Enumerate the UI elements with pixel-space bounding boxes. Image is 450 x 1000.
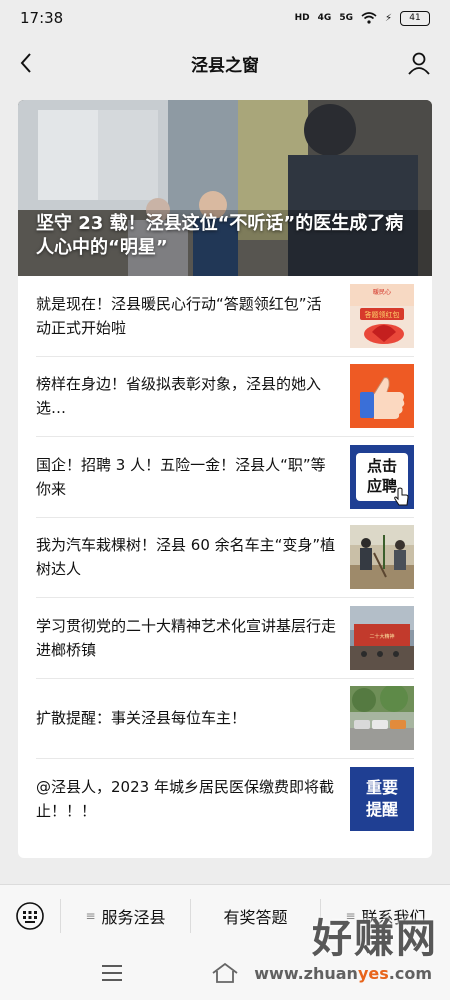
article-item[interactable]: 扩散提醒：事关泾县每位车主！	[36, 679, 414, 759]
article-title: 国企！招聘 3 人！五险一金！泾县人“职”等你来	[36, 455, 326, 498]
article-item[interactable]: 我为汽车栽棵树！泾县 60 余名车主“变身”植树达人	[36, 518, 414, 598]
article-title: 扩散提醒：事关泾县每位车主！	[36, 709, 247, 728]
reminder-badge-line2: 提醒	[365, 800, 398, 820]
svg-text:暖民心: 暖民心	[373, 288, 391, 296]
page-title: 泾县之窗	[191, 55, 259, 76]
hero-title: 坚守 23 载！泾县这位“不听话”的医生成了病人心中的“明星”	[36, 213, 404, 258]
profile-icon[interactable]	[406, 50, 432, 76]
bottom-menu-bar: ≡ 服务泾县 有奖答题 ≡ 联系我们	[0, 884, 450, 947]
nav-bar: 泾县之窗	[0, 36, 450, 90]
system-nav-bar	[0, 946, 450, 1000]
important-reminder-thumbnail: 重要 提醒	[350, 767, 414, 832]
stage-performance-thumbnail: 二十大精神	[350, 605, 414, 670]
article-item[interactable]: @泾县人，2023 年城乡居民医保缴费即将截止！！！ 重要 提醒	[36, 759, 414, 840]
keyboard-icon	[16, 902, 44, 930]
hd-indicator: HD	[294, 13, 310, 23]
apply-badge-line1: 点击	[366, 456, 397, 475]
article-list: 就是现在！泾县暖民心行动“答题领红包”活动正式开始啦 暖民心 答题领红包 榜样在…	[18, 276, 432, 840]
submenu-icon: ≡	[85, 909, 96, 923]
menu-label: 服务泾县	[101, 908, 166, 927]
article-item[interactable]: 学习贯彻党的二十大精神艺术化宣讲基层行走进榔桥镇 二十大精神	[36, 598, 414, 679]
red-envelope-thumbnail: 暖民心 答题领红包	[350, 283, 414, 348]
menu-quiz[interactable]: 有奖答题	[190, 899, 320, 933]
wifi-icon	[361, 12, 377, 24]
submenu-icon: ≡	[345, 909, 356, 923]
article-title: 就是现在！泾县暖民心行动“答题领红包”活动正式开始啦	[36, 294, 322, 337]
menu-service[interactable]: ≡ 服务泾县	[60, 899, 190, 933]
home-icon[interactable]	[210, 961, 240, 985]
article-title: 榜样在身边！省级拟表彰对象，泾县的她入选…	[36, 375, 322, 418]
article-item[interactable]: 榜样在身边！省级拟表彰对象，泾县的她入选…	[36, 357, 414, 437]
keyboard-toggle-button[interactable]	[0, 901, 60, 931]
article-title: @泾县人，2023 年城乡居民医保缴费即将截止！！！	[36, 778, 334, 821]
tree-planting-thumbnail	[350, 525, 414, 590]
status-bar: 17:38 HD 4G 5G ⚡ 41	[0, 0, 450, 36]
status-time: 17:38	[20, 9, 64, 27]
article-item[interactable]: 国企！招聘 3 人！五险一金！泾县人“职”等你来 点击 应聘	[36, 437, 414, 518]
thumbs-up-icon	[350, 364, 414, 429]
click-apply-thumbnail: 点击 应聘	[350, 444, 414, 509]
svg-text:二十大精神: 二十大精神	[369, 633, 394, 640]
charging-icon: ⚡	[384, 12, 392, 24]
article-card: 坚守 23 载！泾县这位“不听话”的医生成了病人心中的“明星” 就是现在！泾县暖…	[18, 100, 432, 858]
status-icons: HD 4G 5G ⚡ 41	[294, 10, 430, 26]
signal-4g-icon: 4G	[317, 13, 332, 23]
battery-icon: 41	[400, 10, 430, 26]
reminder-badge-line1: 重要	[365, 778, 398, 798]
parking-lot-thumbnail	[350, 686, 414, 751]
menu-contact[interactable]: ≡ 联系我们	[320, 899, 450, 933]
svg-text:答题领红包: 答题领红包	[365, 310, 400, 319]
signal-5g-icon: 5G	[339, 13, 353, 23]
cursor-hand-icon	[394, 487, 409, 506]
article-title: 我为汽车栽棵树！泾县 60 余名车主“变身”植树达人	[36, 536, 336, 579]
menu-label: 有奖答题	[223, 908, 288, 927]
menu-label: 联系我们	[361, 908, 426, 927]
article-item[interactable]: 就是现在！泾县暖民心行动“答题领红包”活动正式开始啦 暖民心 答题领红包	[36, 276, 414, 357]
menu-icon[interactable]	[100, 963, 124, 983]
hero-article[interactable]: 坚守 23 载！泾县这位“不听话”的医生成了病人心中的“明星”	[18, 100, 432, 276]
article-title: 学习贯彻党的二十大精神艺术化宣讲基层行走进榔桥镇	[36, 616, 337, 659]
back-icon[interactable]	[14, 50, 40, 76]
